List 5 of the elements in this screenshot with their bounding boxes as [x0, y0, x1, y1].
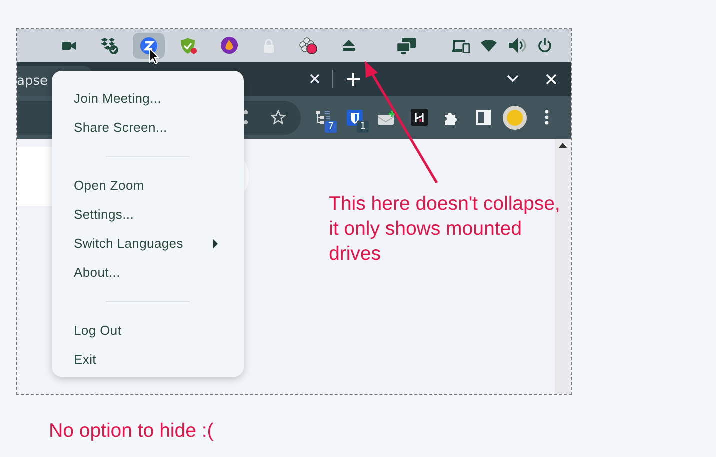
annotation-note: This here doesn't collapse, it only shows mounted drives — [329, 192, 562, 267]
count-badge: 1 — [357, 120, 369, 132]
count-badge: 7 — [325, 120, 337, 132]
menu-item-label: Switch Languages — [74, 236, 184, 251]
annotation-caption: No option to hide :( — [49, 420, 214, 443]
